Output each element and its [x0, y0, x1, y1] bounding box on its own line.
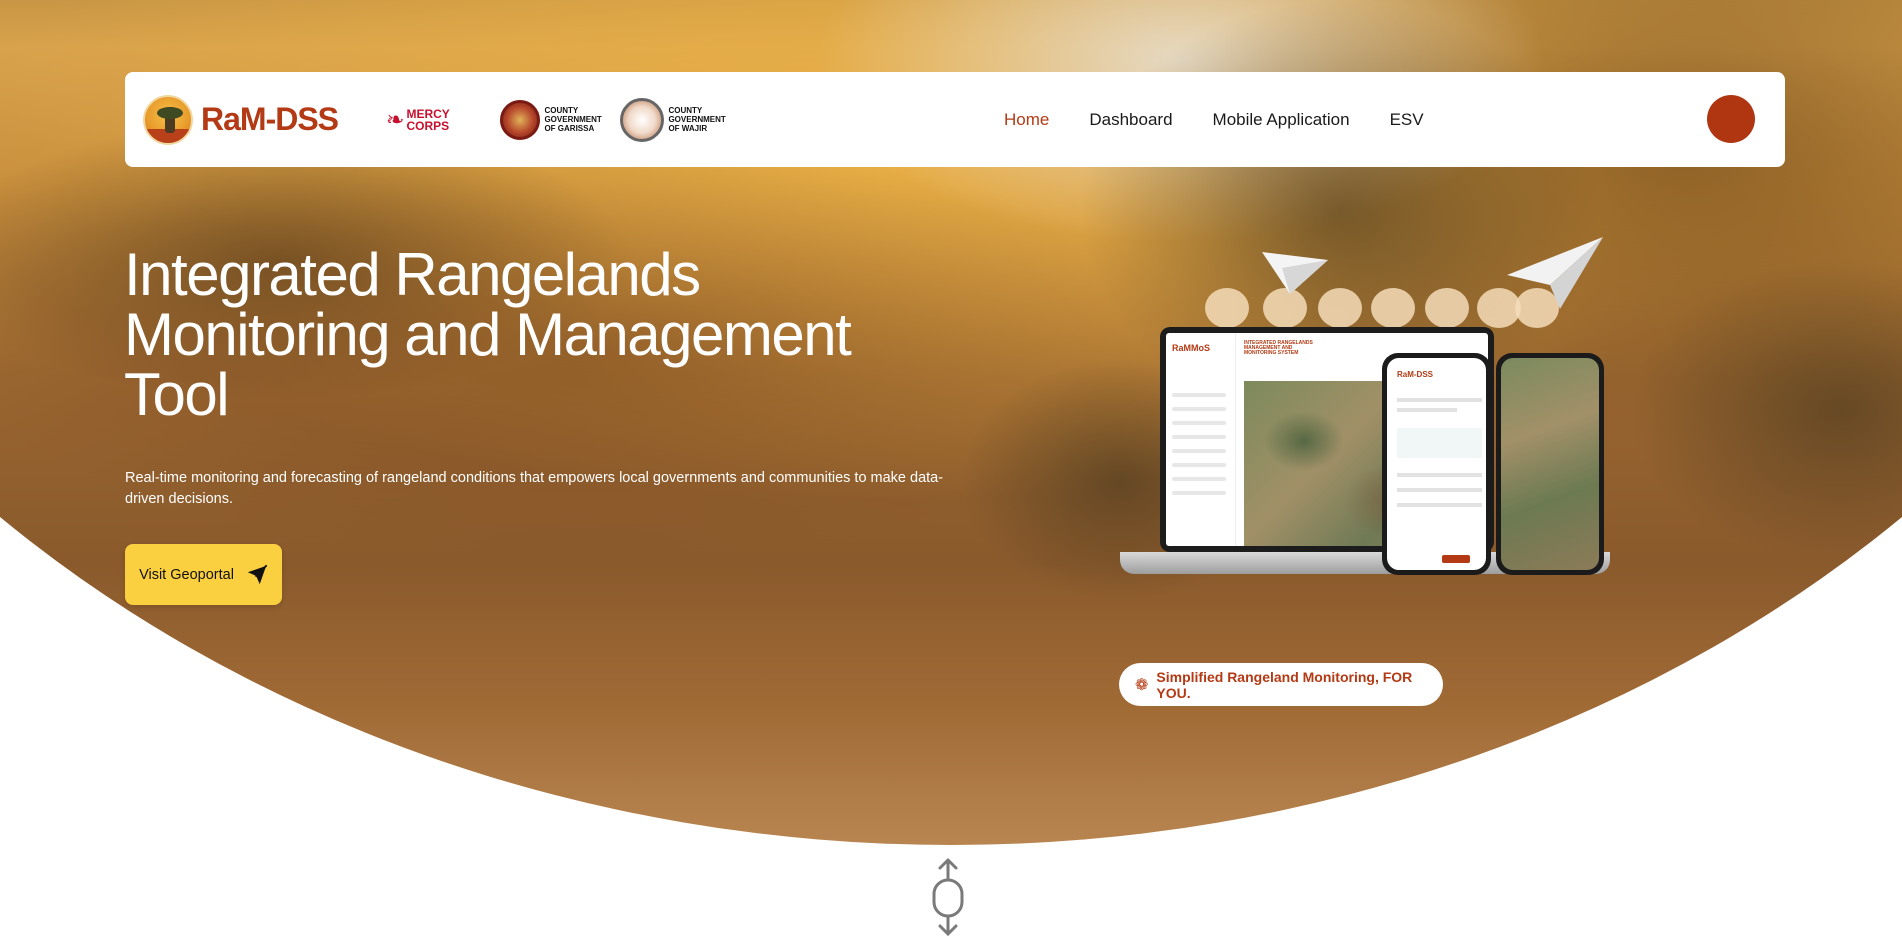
- visit-geoportal-label: Visit Geoportal: [139, 566, 234, 583]
- tagline-pill: ❁ Simplified Rangeland Monitoring, FOR Y…: [1119, 663, 1443, 706]
- mercy-corps-logo: ❧ MERCY CORPS: [386, 108, 480, 132]
- landing-page: RaM-DSS ❧ MERCY CORPS COUNTY GOVERNMENT …: [0, 0, 1902, 937]
- main-nav: Home Dashboard Mobile Application ESV: [1004, 72, 1424, 167]
- visit-geoportal-button[interactable]: Visit Geoportal: [125, 544, 282, 605]
- send-icon: [247, 564, 268, 584]
- paper-plane-large-icon: [1507, 237, 1603, 309]
- partner-logos: ❧ MERCY CORPS COUNTY GOVERNMENT OF GARIS…: [386, 97, 726, 142]
- screen-heading: INTEGRATED RANGELANDS MANAGEMENT AND MON…: [1244, 340, 1313, 356]
- screen-logo: RaMMoS: [1172, 343, 1210, 353]
- wajir-county-text: COUNTY GOVERNMENT OF WAJIR: [668, 106, 726, 133]
- garissa-seal-icon: [500, 99, 541, 140]
- phone-map-mockup: [1496, 353, 1604, 575]
- paper-plane-icon: [1262, 252, 1328, 294]
- logo-mark-icon: ❁: [1135, 676, 1149, 694]
- nav-dashboard[interactable]: Dashboard: [1089, 110, 1172, 130]
- hero-title: Integrated Rangelands Monitoring and Man…: [124, 241, 852, 428]
- nav-mobile-application[interactable]: Mobile Application: [1213, 110, 1350, 130]
- mercy-corps-icon: ❧: [386, 106, 405, 132]
- mouse-scroll-icon[interactable]: [928, 858, 968, 937]
- site-header: RaM-DSS ❧ MERCY CORPS COUNTY GOVERNMENT …: [125, 72, 1785, 167]
- wajir-seal-icon: [620, 97, 665, 142]
- brand[interactable]: RaM-DSS: [143, 94, 339, 145]
- tagline-text: Simplified Rangeland Monitoring, FOR YOU…: [1156, 668, 1413, 701]
- user-avatar[interactable]: [1707, 95, 1755, 143]
- nav-esv[interactable]: ESV: [1390, 110, 1424, 130]
- phone-app-mockup: RaM-DSS: [1382, 353, 1491, 575]
- mercy-corps-text: MERCY CORPS: [406, 106, 450, 133]
- hero-subtitle: Real-time monitoring and forecasting of …: [125, 470, 944, 507]
- garissa-county-logo: COUNTY GOVERNMENT OF GARISSA: [500, 99, 602, 140]
- brand-logo-icon: [143, 94, 193, 145]
- device-mockup: RaMMoS INTEGRATED RANGELANDS MANAGEMENT …: [1115, 230, 1615, 670]
- phone-brand: RaM-DSS: [1397, 370, 1434, 379]
- garissa-county-text: COUNTY GOVERNMENT OF GARISSA: [544, 106, 602, 133]
- wajir-county-logo: COUNTY GOVERNMENT OF WAJIR: [620, 97, 726, 142]
- nav-home[interactable]: Home: [1004, 110, 1049, 130]
- brand-name: RaM-DSS: [201, 101, 339, 137]
